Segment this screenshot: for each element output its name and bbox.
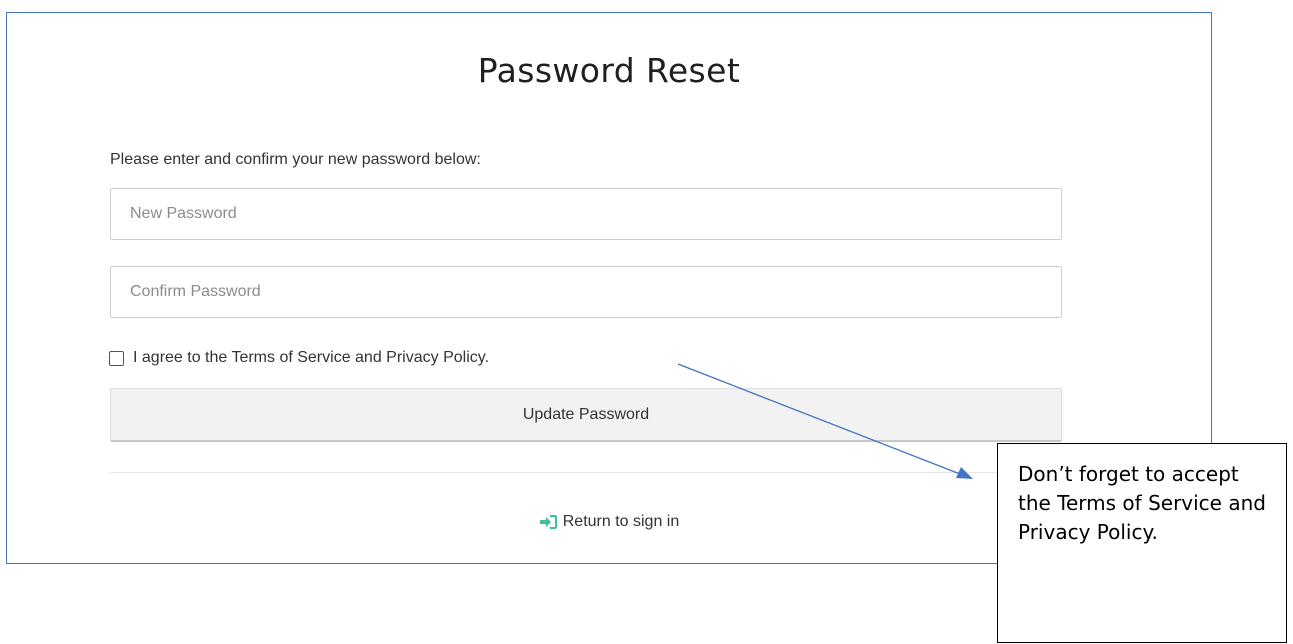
terms-checkbox[interactable]: [109, 350, 124, 366]
terms-label[interactable]: I agree to the Terms of Service and Priv…: [133, 349, 489, 367]
terms-agreement: I agree to the Terms of Service and Priv…: [109, 347, 489, 369]
return-link-label[interactable]: Return to sign in: [563, 513, 680, 531]
instructions-text: Please enter and confirm your new passwo…: [110, 151, 481, 168]
sign-in-icon: [539, 515, 557, 529]
divider: [110, 472, 1062, 473]
new-password-field[interactable]: [110, 188, 1062, 240]
update-password-button[interactable]: Update Password: [110, 388, 1062, 442]
page-title: Password Reset: [477, 51, 741, 90]
confirm-password-field[interactable]: [110, 266, 1062, 318]
annotation-callout: Don’t forget to accept the Terms of Serv…: [997, 443, 1287, 643]
